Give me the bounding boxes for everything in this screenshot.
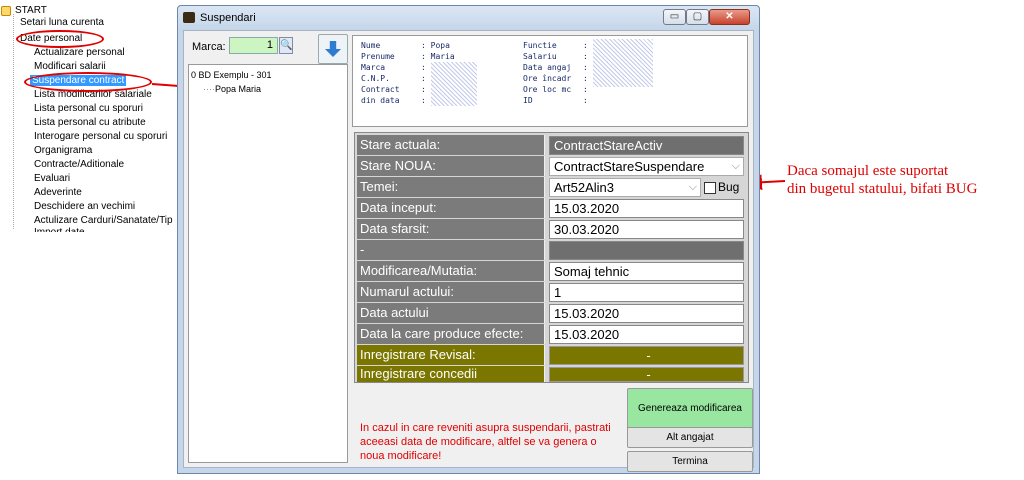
- suspension-form-grid: Stare actuala: ContractStareActiv Stare …: [354, 132, 749, 383]
- data-efecte-input[interactable]: 15.03.2020: [549, 325, 744, 344]
- minimize-button[interactable]: ▭: [663, 9, 686, 25]
- marca-label: Marca:: [192, 41, 226, 53]
- arrow-down-icon: [325, 41, 341, 57]
- list-item-employee[interactable]: Popa Maria: [215, 84, 261, 94]
- info-din-data: din data:: [361, 96, 426, 105]
- row-stare-noua: Stare NOUA: ContractStareSuspendare ⌵: [356, 156, 747, 176]
- stare-noua-value: ContractStareSuspendare: [554, 159, 705, 174]
- app-icon: [183, 12, 195, 23]
- concedii-label: Inregistrare concedii: [357, 366, 545, 382]
- info-nume: Nume: Popa: [361, 41, 450, 50]
- info-data-angaj: Data angaj:: [523, 63, 588, 72]
- window-client: Marca: 1 🔍 0 BD Exemplu - 301 ···· Popa …: [183, 30, 754, 472]
- separator-value: [549, 241, 744, 260]
- data-actului-input[interactable]: 15.03.2020: [549, 304, 744, 323]
- data-inceput-label: Data inceput:: [357, 198, 545, 218]
- data-actului-label: Data actului: [357, 303, 545, 323]
- data-sfarsit-label: Data sfarsit:: [357, 219, 545, 239]
- modificarea-label: Modificarea/Mutatia:: [357, 261, 545, 281]
- row-data-actului: Data actului 15.03.2020: [356, 303, 747, 323]
- info-marca: Marca:: [361, 63, 426, 72]
- temei-label: Temei:: [357, 177, 545, 197]
- row-data-inceput: Data inceput: 15.03.2020: [356, 198, 747, 218]
- bug-label: Bug: [718, 180, 740, 194]
- list-item-unit[interactable]: 0 BD Exemplu - 301: [191, 70, 272, 80]
- info-ore-loc: Ore loc mc:: [523, 85, 588, 94]
- tree-dots: ····: [203, 84, 215, 94]
- bug-checkbox[interactable]: Bug: [704, 178, 739, 197]
- warning-note: In cazul in care reveniti asupra suspend…: [360, 422, 611, 462]
- stare-noua-select[interactable]: ContractStareSuspendare ⌵: [549, 157, 744, 176]
- info-id: ID:: [523, 96, 588, 105]
- termina-button[interactable]: Termina: [627, 451, 753, 472]
- alt-angajat-button[interactable]: Alt angajat: [627, 427, 753, 448]
- modificarea-input[interactable]: Somaj tehnic: [549, 262, 744, 281]
- title-bar[interactable]: Suspendari ▭ ▢ ✕: [178, 6, 759, 30]
- chevron-down-icon: ⌵: [731, 160, 740, 172]
- row-revisal: Inregistrare Revisal: -: [356, 345, 747, 365]
- employee-list: 0 BD Exemplu - 301 ···· Popa Maria: [188, 64, 348, 463]
- row-temei: Temei: Art52Alin3 ⌵ Bug: [356, 177, 747, 197]
- info-cnp: C.N.P.:: [361, 74, 426, 83]
- info-ore-incadr: Ore încadr:: [523, 74, 588, 83]
- data-inceput-input[interactable]: 15.03.2020: [549, 199, 744, 218]
- revisal-value: -: [549, 346, 744, 365]
- temei-select[interactable]: Art52Alin3 ⌵: [549, 178, 701, 197]
- load-button[interactable]: [318, 34, 348, 64]
- redacted-area: [593, 39, 653, 87]
- info-functie: Functie:: [523, 41, 588, 50]
- annotation-line-2: din bugetul statului, bifati BUG: [787, 181, 978, 197]
- concedii-value: -: [549, 367, 744, 382]
- search-button[interactable]: 🔍: [279, 37, 293, 54]
- row-modificarea: Modificarea/Mutatia: Somaj tehnic: [356, 261, 747, 281]
- stare-actuala-value: ContractStareActiv: [549, 136, 744, 155]
- numarul-actului-label: Numarul actului:: [357, 282, 545, 302]
- search-icon: 🔍: [280, 40, 293, 51]
- info-prenume: Prenume: Maria: [361, 52, 455, 61]
- marca-input[interactable]: 1: [229, 37, 278, 54]
- window-title: Suspendari: [200, 12, 256, 24]
- row-data-efecte: Data la care produce efecte: 15.03.2020: [356, 324, 747, 344]
- checkbox-box: [704, 181, 716, 194]
- employee-info-box: Nume: Popa Prenume: Maria Marca: C.N.P.:…: [352, 35, 748, 127]
- redacted-area: [431, 62, 477, 106]
- annotation-line-1: Daca somajul este suportat: [787, 163, 949, 179]
- numarul-actului-input[interactable]: 1: [549, 283, 744, 302]
- row-numarul-actului: Numarul actului: 1: [356, 282, 747, 302]
- annotation-text: Daca somajul este suportat din bugetul s…: [787, 162, 977, 198]
- stare-noua-label: Stare NOUA:: [357, 156, 545, 176]
- temei-value: Art52Alin3: [554, 180, 614, 195]
- close-button[interactable]: ✕: [709, 9, 750, 25]
- genereaza-modificarea-button[interactable]: Genereaza modificarea: [627, 388, 753, 430]
- row-stare-actuala: Stare actuala: ContractStareActiv: [356, 135, 747, 155]
- data-sfarsit-input[interactable]: 30.03.2020: [549, 220, 744, 239]
- data-efecte-label: Data la care produce efecte:: [357, 324, 545, 344]
- stare-actuala-label: Stare actuala:: [357, 135, 545, 155]
- suspendari-window: Suspendari ▭ ▢ ✕ Marca: 1 🔍 0 BD Exemplu…: [177, 5, 760, 474]
- row-separator: -: [356, 240, 747, 260]
- row-concedii: Inregistrare concedii -: [356, 366, 747, 382]
- info-salariu: Salariu:: [523, 52, 588, 61]
- chevron-down-icon: ⌵: [688, 181, 697, 193]
- maximize-button[interactable]: ▢: [686, 9, 709, 25]
- separator-label: -: [357, 240, 545, 260]
- info-contract: Contract:: [361, 85, 426, 94]
- revisal-label: Inregistrare Revisal:: [357, 345, 545, 365]
- row-data-sfarsit: Data sfarsit: 30.03.2020: [356, 219, 747, 239]
